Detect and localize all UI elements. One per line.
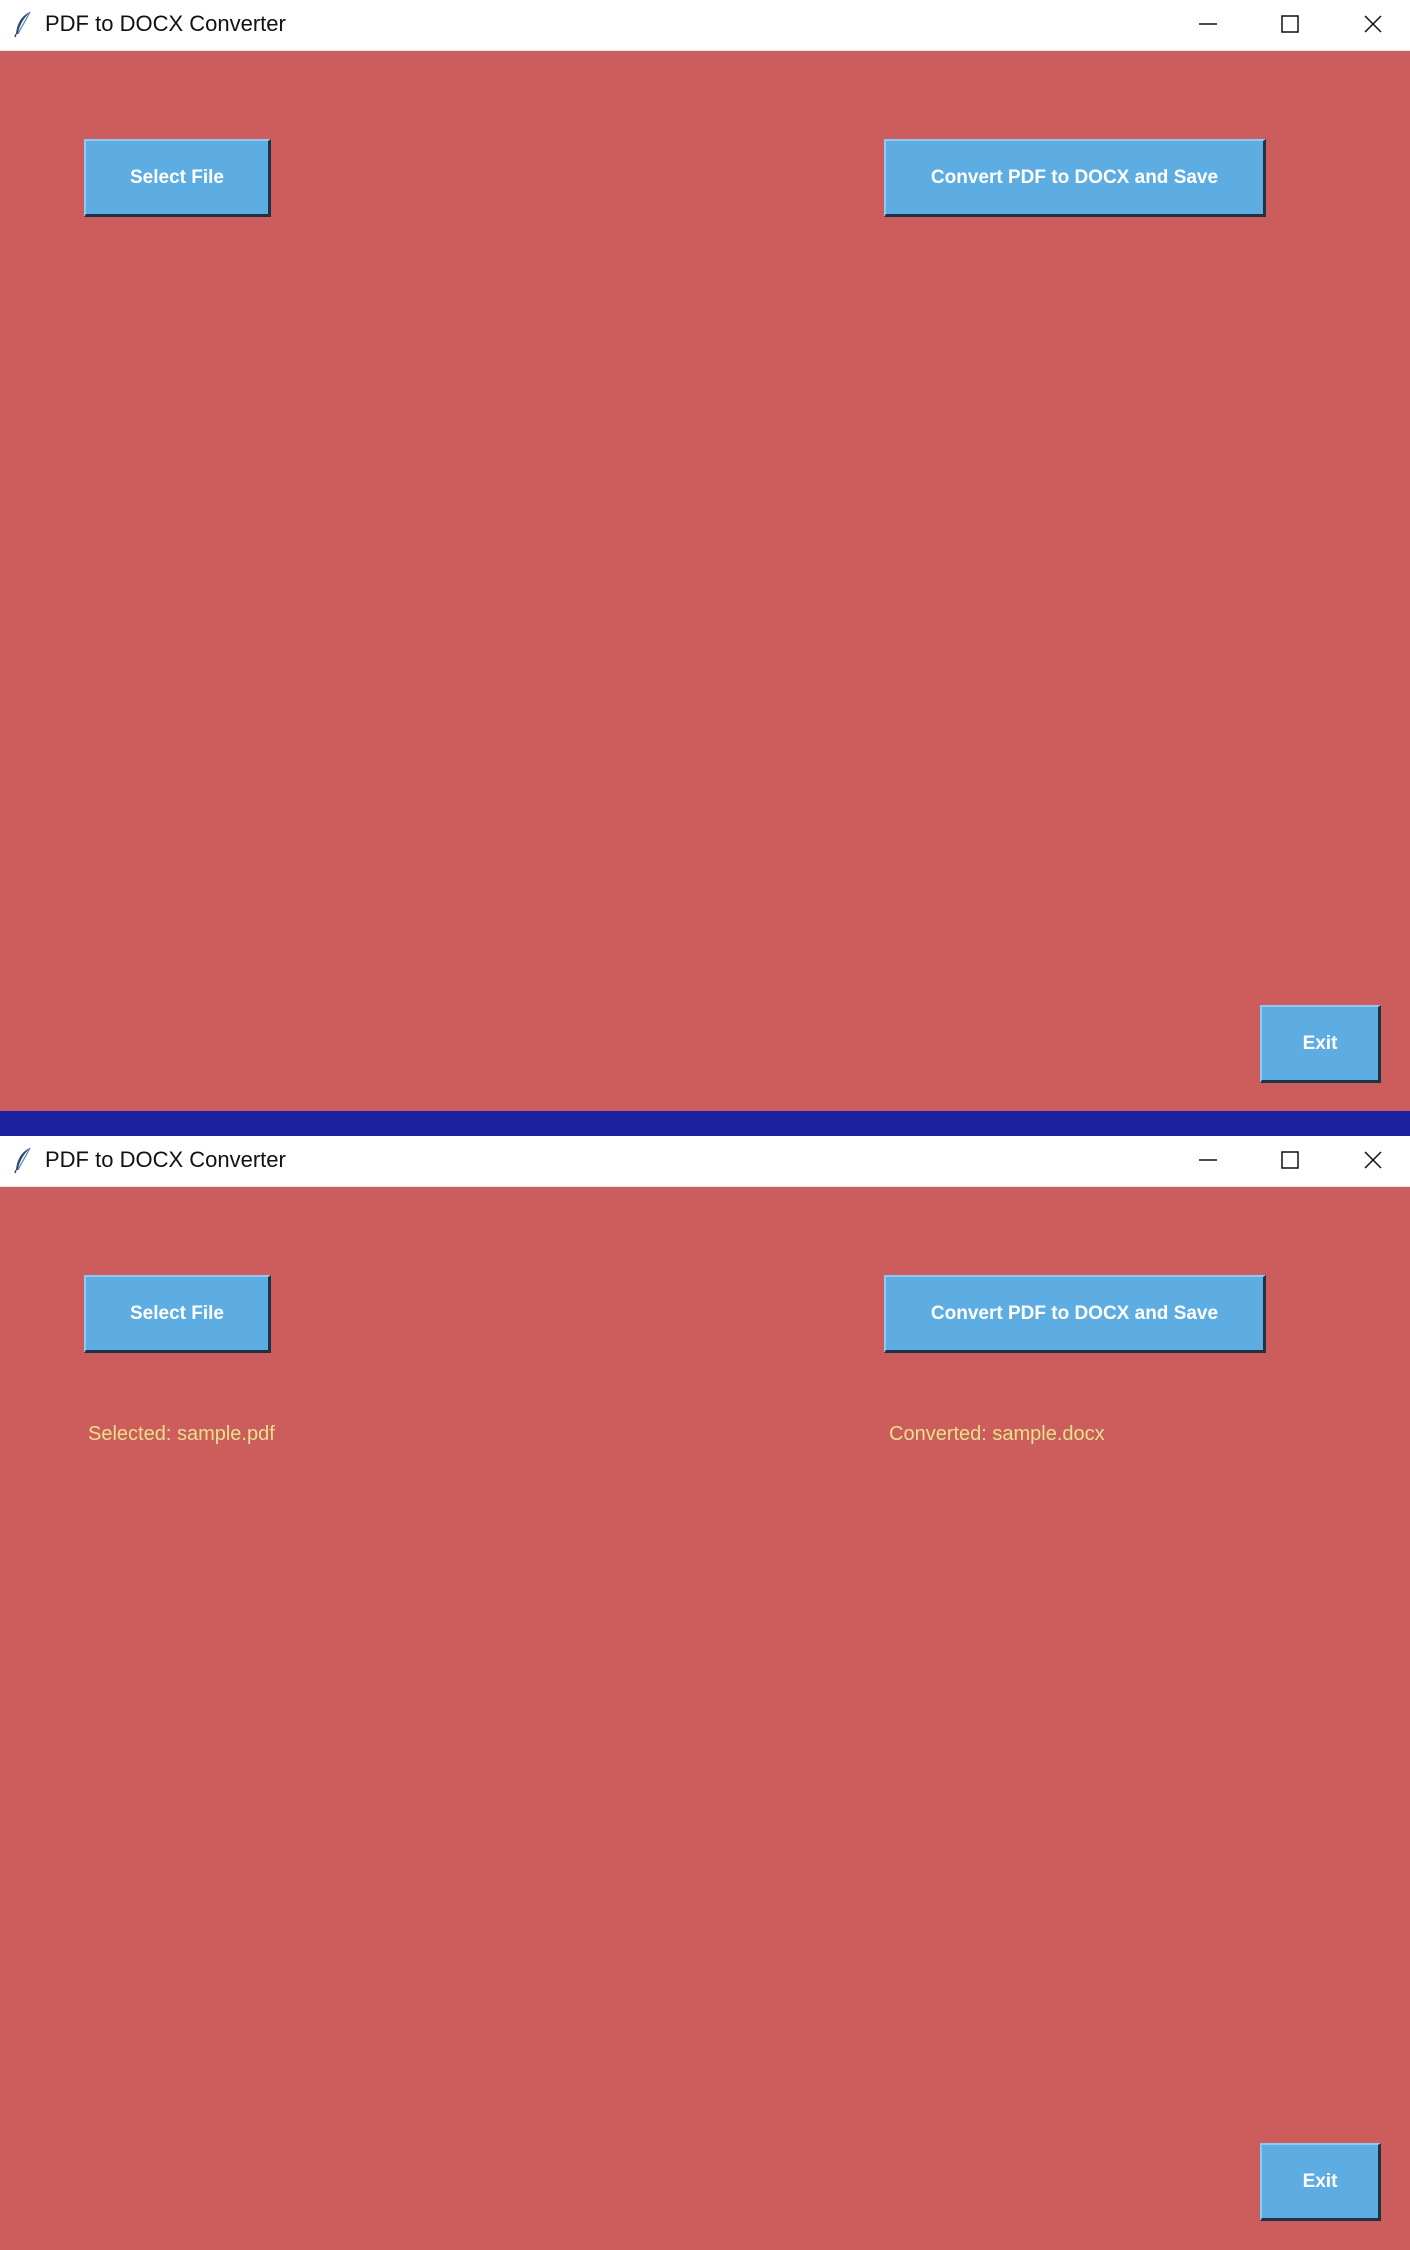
minimize-icon <box>1199 1159 1217 1161</box>
minimize-button[interactable] <box>1168 0 1248 48</box>
minimize-button[interactable] <box>1168 1136 1248 1184</box>
feather-icon <box>14 1147 31 1174</box>
title-bar[interactable]: PDF to DOCX Converter <box>0 1136 1410 1187</box>
minimize-icon <box>1199 23 1217 25</box>
close-button[interactable] <box>1333 1136 1410 1184</box>
title-bar[interactable]: PDF to DOCX Converter <box>0 0 1410 51</box>
window-content: Select File Convert PDF to DOCX and Save… <box>0 1187 1410 2250</box>
feather-icon <box>14 11 31 38</box>
maximize-button[interactable] <box>1250 1136 1330 1184</box>
window-title: PDF to DOCX Converter <box>45 11 286 36</box>
converted-file-label: Converted: sample.docx <box>889 1423 1105 1445</box>
converter-window-converted: PDF to DOCX Converter Select File Conver… <box>0 1136 1410 2250</box>
close-icon <box>1364 1151 1382 1169</box>
convert-button[interactable]: Convert PDF to DOCX and Save <box>884 1275 1266 1353</box>
window-title: PDF to DOCX Converter <box>45 1147 286 1172</box>
selected-file-label: Selected: sample.pdf <box>88 1423 275 1445</box>
close-icon <box>1364 15 1382 33</box>
maximize-icon <box>1281 15 1299 33</box>
close-button[interactable] <box>1333 0 1410 48</box>
convert-button[interactable]: Convert PDF to DOCX and Save <box>884 139 1266 217</box>
exit-button[interactable]: Exit <box>1260 1005 1381 1083</box>
converter-window-initial: PDF to DOCX Converter Select File Conver… <box>0 0 1410 1111</box>
window-content: Select File Convert PDF to DOCX and Save… <box>0 51 1410 1111</box>
select-file-button[interactable]: Select File <box>84 1275 271 1353</box>
screenshot-divider <box>0 1111 1410 1136</box>
exit-button[interactable]: Exit <box>1260 2143 1381 2221</box>
select-file-button[interactable]: Select File <box>84 139 271 217</box>
maximize-button[interactable] <box>1250 0 1330 48</box>
maximize-icon <box>1281 1151 1299 1169</box>
